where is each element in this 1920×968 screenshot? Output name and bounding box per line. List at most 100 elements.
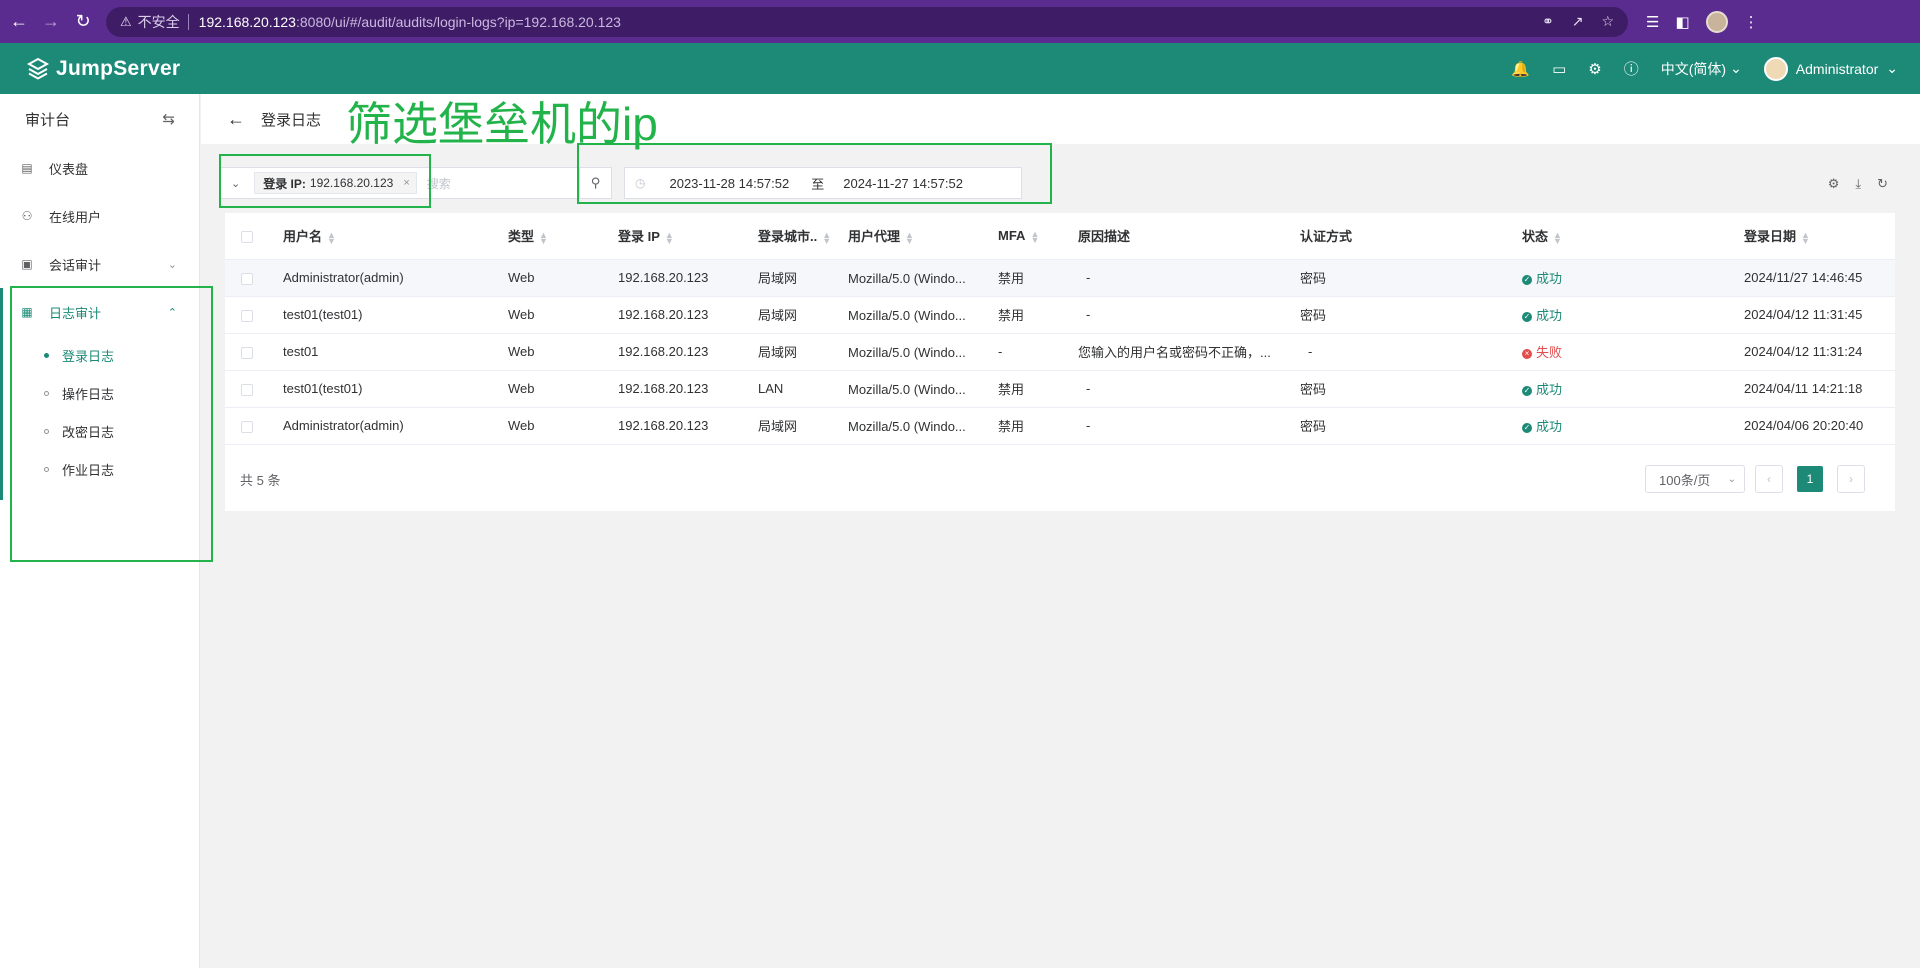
row-checkbox[interactable] <box>241 420 253 433</box>
bell-icon[interactable]: 🔔 <box>1511 60 1530 78</box>
forward-icon[interactable]: → <box>38 9 64 35</box>
url-host: 192.168.20.123 <box>198 13 296 30</box>
sidebar-active-accent <box>0 288 3 500</box>
status-badge: ✓ 成功 <box>1522 419 1563 434</box>
cell-city: 局域网 <box>758 296 848 334</box>
cell-city: LAN <box>758 370 848 408</box>
column-header[interactable]: 登录日期 ▲ ▼ <box>1744 213 1895 260</box>
cell-reason: 您输入的用户名或密码不正确，... <box>1078 333 1300 371</box>
sort-icon[interactable]: ▲ ▼ <box>665 230 674 245</box>
table-row[interactable]: test01 Web 192.168.20.123 局域网 Mozilla/5.… <box>225 333 1895 371</box>
dashboard-icon: ▤ <box>21 161 33 175</box>
cell-ip: 192.168.20.123 <box>618 259 758 297</box>
select-all-checkbox[interactable] <box>241 230 253 243</box>
row-checkbox[interactable] <box>241 309 253 322</box>
status-badge: × 失败 <box>1522 345 1562 360</box>
sort-icon[interactable]: ▲ ▼ <box>539 230 548 245</box>
page-size-select[interactable]: 100条/页 ⌄ <box>1645 465 1745 493</box>
user-menu[interactable]: Administrator ⌄ <box>1763 56 1898 81</box>
total-count: 共 5 条 <box>240 472 281 488</box>
column-header[interactable]: 用户代理 ▲ ▼ <box>848 213 998 260</box>
sort-icon[interactable]: ▲ ▼ <box>327 230 336 245</box>
cell-ip: 192.168.20.123 <box>618 407 758 445</box>
star-icon[interactable]: ☆ <box>1601 13 1614 30</box>
key-icon[interactable]: ⚭ <box>1542 13 1554 30</box>
sort-icon[interactable]: ▲ ▼ <box>1030 229 1039 244</box>
success-icon: ✓ <box>1522 423 1532 433</box>
cell-auth: 密码 <box>1300 259 1522 297</box>
insecure-label: 不安全 <box>137 13 180 30</box>
column-header: 原因描述 <box>1078 213 1300 260</box>
app-header: JumpServer 🔔 ▭ ⚙ ⓘ 中文(简体) ⌄ Administrato… <box>0 43 1920 94</box>
avatar <box>1763 56 1788 81</box>
refresh-icon[interactable]: ↻ <box>1877 176 1888 192</box>
more-menu-icon[interactable]: ⋮ <box>1744 13 1759 31</box>
language-switch[interactable]: 中文(简体) ⌄ <box>1661 59 1742 79</box>
column-header[interactable]: 登录 IP ▲ ▼ <box>618 213 758 260</box>
cell-auth: 密码 <box>1300 370 1522 408</box>
cell-agent: Mozilla/5.0 (Windo... <box>848 270 966 286</box>
cell-mfa: - <box>998 333 1078 371</box>
sidebar-item-label: 在线用户 <box>49 209 102 225</box>
cell-agent: Mozilla/5.0 (Windo... <box>848 307 966 323</box>
column-header[interactable]: 类型 ▲ ▼ <box>508 213 618 260</box>
row-checkbox[interactable] <box>241 346 253 359</box>
table-row[interactable]: test01(test01) Web 192.168.20.123 LAN Mo… <box>225 370 1895 408</box>
sidebar-item-label: 会话审计 <box>49 257 102 273</box>
sort-icon[interactable]: ▲ ▼ <box>1801 230 1810 245</box>
cell-user: test01 <box>283 333 508 371</box>
status-badge: ✓ 成功 <box>1522 382 1563 397</box>
logo[interactable]: JumpServer <box>26 57 180 81</box>
share-icon[interactable]: ↗ <box>1572 13 1584 30</box>
sort-icon[interactable]: ▲ ▼ <box>905 230 914 245</box>
back-arrow-icon[interactable]: ← <box>227 109 245 130</box>
terminal-icon[interactable]: ▭ <box>1552 60 1566 78</box>
column-header[interactable]: 状态 ▲ ▼ <box>1522 213 1744 260</box>
help-icon[interactable]: ⓘ <box>1624 58 1639 79</box>
table-row[interactable]: Administrator(admin) Web 192.168.20.123 … <box>225 259 1895 297</box>
cell-city: 局域网 <box>758 259 848 297</box>
sidebar-item-dashboard[interactable]: ▤ 仪表盘 <box>0 144 199 192</box>
browser-toolbar: ← → ↻ ⚠ 不安全 192.168.20.123:8080/ui/#/aud… <box>0 0 1920 43</box>
user-name: Administrator <box>1795 60 1879 77</box>
column-header[interactable]: MFA ▲ ▼ <box>998 213 1078 260</box>
cell-type: Web <box>508 407 618 445</box>
sidebar-item-online-users[interactable]: ⚇ 在线用户 <box>0 192 199 240</box>
profile-avatar[interactable] <box>1705 10 1728 33</box>
cell-user: test01(test01) <box>283 370 508 408</box>
logo-text: JumpServer <box>56 56 181 80</box>
cell-agent: Mozilla/5.0 (Windo... <box>848 418 966 434</box>
address-bar[interactable]: ⚠ 不安全 192.168.20.123:8080/ui/#/audit/aud… <box>106 6 1628 37</box>
prev-page-button[interactable]: ‹ <box>1755 465 1783 493</box>
warning-icon: ⚠ <box>120 13 132 29</box>
reload-icon[interactable]: ↻ <box>70 9 96 35</box>
settings-icon[interactable]: ⚙ <box>1828 176 1840 192</box>
success-icon: ✓ <box>1522 275 1532 285</box>
reading-list-icon[interactable]: ☰ <box>1646 13 1659 31</box>
column-header[interactable]: 用户名 ▲ ▼ <box>283 213 508 260</box>
back-icon[interactable]: ← <box>6 9 32 35</box>
users-icon: ⚇ <box>21 209 33 223</box>
chevron-down-icon: ⌄ <box>1727 473 1736 485</box>
annotation-box-sidebar <box>10 286 213 562</box>
table-header-row: 用户名 ▲ ▼ 类型 ▲ ▼ 登录 IP ▲ ▼ 登录城市.. ▲ ▼ 用户代理 ▲ ▼ MFA ▲ ▼… <box>225 213 1895 260</box>
page-number-current[interactable]: 1 <box>1797 466 1823 492</box>
sort-icon[interactable]: ▲ ▼ <box>822 230 831 245</box>
next-page-button[interactable]: › <box>1837 465 1865 493</box>
chevron-down-icon: ⌄ <box>167 258 177 271</box>
row-checkbox[interactable] <box>241 272 253 285</box>
switch-view-icon[interactable]: ⇆ <box>162 110 175 128</box>
sidebar-item-session-audit[interactable]: ▣ 会话审计 ⌄ <box>0 240 199 288</box>
table-row[interactable]: Administrator(admin) Web 192.168.20.123 … <box>225 407 1895 445</box>
download-icon[interactable]: ⤓ <box>1855 176 1861 192</box>
chevron-down-icon: ⌄ <box>1730 60 1742 76</box>
table-row[interactable]: test01(test01) Web 192.168.20.123 局域网 Mo… <box>225 296 1895 334</box>
sidebar-toggle-icon[interactable]: ◧ <box>1675 13 1689 31</box>
sort-icon[interactable]: ▲ ▼ <box>1553 230 1562 245</box>
column-header[interactable]: 登录城市.. ▲ ▼ <box>758 213 848 260</box>
gear-icon[interactable]: ⚙ <box>1588 60 1601 78</box>
row-checkbox[interactable] <box>241 383 253 396</box>
cell-reason: - <box>1078 407 1300 445</box>
cell-ip: 192.168.20.123 <box>618 370 758 408</box>
cell-date: 2024/11/27 14:46:45 <box>1744 259 1895 297</box>
